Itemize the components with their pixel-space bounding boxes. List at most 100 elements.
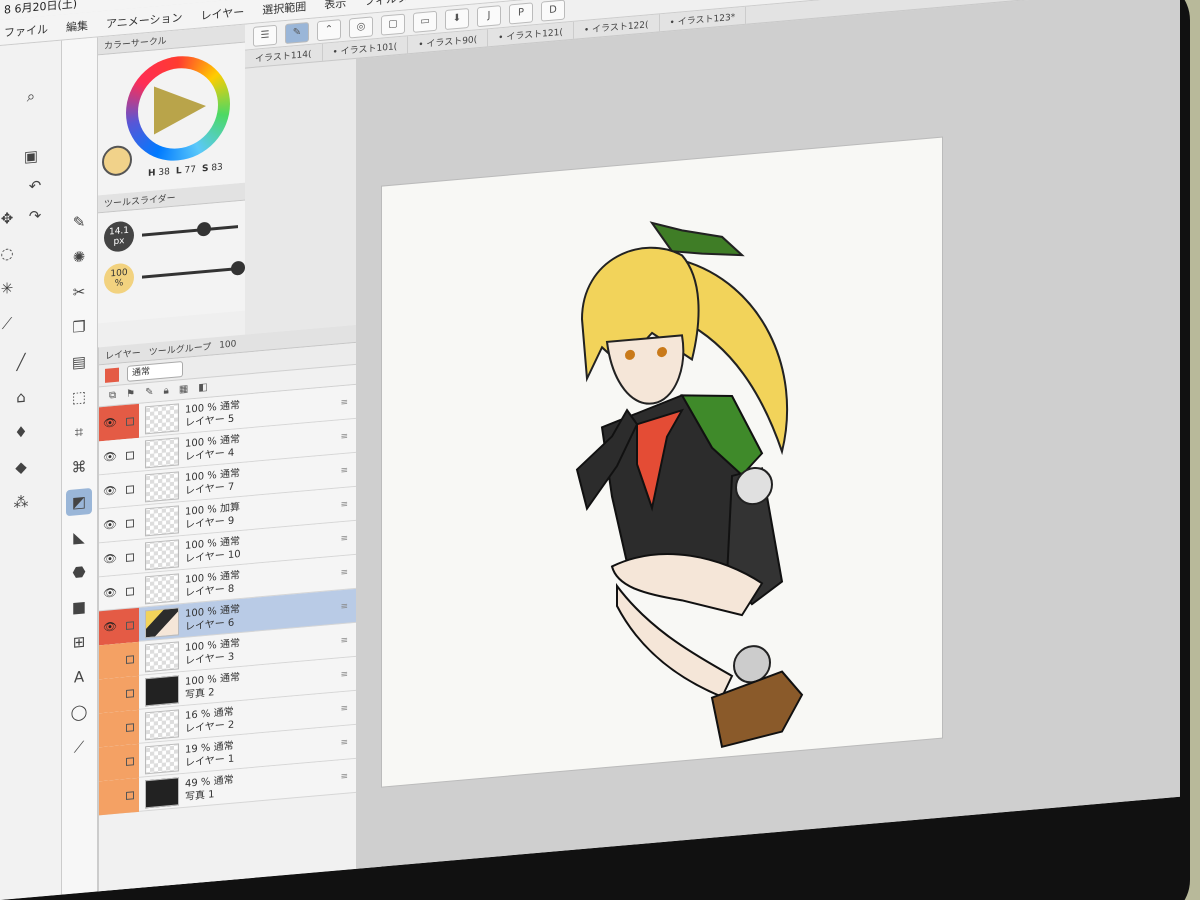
current-color-swatch[interactable] bbox=[102, 144, 132, 178]
layer-lock-checkbox[interactable] bbox=[121, 743, 139, 779]
menu-file[interactable]: ファイル bbox=[4, 20, 48, 40]
eyedropper-icon[interactable]: ⟋ bbox=[0, 309, 20, 337]
menu-view[interactable]: 表示 bbox=[324, 0, 346, 12]
redo-icon[interactable]: ↷ bbox=[22, 202, 48, 230]
mesh-icon[interactable]: ⌘ bbox=[66, 453, 92, 481]
visibility-eye-icon[interactable]: 👁︎ bbox=[99, 507, 121, 543]
menu-selection[interactable]: 選択範囲 bbox=[262, 0, 306, 18]
eraser-icon[interactable]: ◩ bbox=[66, 487, 92, 517]
drawing-canvas[interactable] bbox=[382, 137, 942, 787]
visibility-eye-icon[interactable] bbox=[99, 710, 121, 747]
airbrush-icon[interactable]: ⁂ bbox=[8, 488, 34, 516]
new-badge-icon[interactable]: ▣ bbox=[18, 142, 44, 170]
edit-mode-icon[interactable]: ✎ bbox=[285, 21, 309, 44]
lock-icon[interactable]: 🔒︎ bbox=[164, 385, 169, 396]
export-jpg-icon[interactable]: J bbox=[477, 4, 501, 27]
lasso-icon[interactable]: ◌ bbox=[0, 239, 20, 267]
triangle-icon[interactable]: ◣ bbox=[66, 523, 92, 551]
drag-handle-icon[interactable]: ≡ bbox=[340, 432, 348, 443]
mask-icon[interactable]: ◧ bbox=[198, 382, 207, 394]
tab-tool-group[interactable]: ツールグループ bbox=[149, 340, 211, 358]
scissors-icon[interactable]: ✂ bbox=[66, 278, 92, 306]
visibility-eye-icon[interactable] bbox=[99, 744, 121, 781]
drag-handle-icon[interactable]: ≡ bbox=[340, 772, 348, 783]
select-rect-icon[interactable]: ⬚ bbox=[66, 383, 92, 411]
pen-icon[interactable]: ╱ bbox=[8, 348, 34, 376]
layer-lock-checkbox[interactable] bbox=[121, 641, 139, 677]
drag-handle-icon[interactable]: ≡ bbox=[340, 704, 348, 715]
hamburger-menu-icon[interactable]: ☰ bbox=[253, 24, 277, 47]
new-file-icon[interactable]: ▢ bbox=[381, 13, 405, 36]
copy-layer-icon[interactable]: ❐ bbox=[66, 313, 92, 341]
drag-handle-icon[interactable]: ≡ bbox=[340, 568, 348, 579]
drag-handle-icon[interactable]: ≡ bbox=[340, 534, 348, 545]
undo-icon[interactable]: ↶ bbox=[22, 172, 48, 200]
visibility-eye-icon[interactable]: 👁︎ bbox=[99, 404, 121, 441]
drag-handle-icon[interactable]: ≡ bbox=[340, 466, 348, 477]
drops-icon[interactable]: ♦ bbox=[8, 418, 34, 446]
tab-layer[interactable]: レイヤー bbox=[105, 346, 141, 362]
correction-icon[interactable]: ⟋ bbox=[66, 733, 92, 761]
visibility-eye-icon[interactable]: 👁︎ bbox=[99, 608, 121, 645]
menu-filter[interactable]: フィルター bbox=[364, 0, 419, 9]
layer-lock-checkbox[interactable] bbox=[121, 505, 139, 541]
drag-handle-icon[interactable]: ≡ bbox=[340, 398, 348, 409]
layer-lock-checkbox[interactable] bbox=[121, 607, 139, 643]
layer-lock-checkbox[interactable] bbox=[121, 471, 139, 507]
open-folder-icon[interactable]: ▭ bbox=[413, 10, 437, 33]
layer-lock-checkbox[interactable] bbox=[121, 777, 139, 813]
layer-lock-checkbox[interactable] bbox=[121, 573, 139, 609]
brush-size-knob[interactable] bbox=[197, 221, 212, 237]
text-icon[interactable]: A bbox=[66, 663, 92, 691]
visibility-eye-icon[interactable] bbox=[99, 778, 121, 815]
color-wheel[interactable] bbox=[126, 51, 230, 165]
drag-handle-icon[interactable]: ≡ bbox=[340, 738, 348, 749]
gradient-icon[interactable]: ■ bbox=[66, 593, 92, 621]
layer-lock-checkbox[interactable] bbox=[121, 539, 139, 575]
layer-lock-checkbox[interactable] bbox=[121, 675, 139, 711]
balloon-icon[interactable]: ◯ bbox=[66, 698, 92, 726]
layer-lock-checkbox[interactable] bbox=[121, 403, 139, 439]
fill-icon[interactable]: ◆ bbox=[8, 453, 34, 481]
magic-wand-icon[interactable]: ✳ bbox=[0, 274, 20, 302]
layer-lock-checkbox[interactable] bbox=[121, 709, 139, 745]
layer-opacity-field[interactable]: 100 bbox=[219, 339, 236, 351]
visibility-eye-icon[interactable]: 👁︎ bbox=[99, 575, 121, 611]
clip-icon[interactable]: ⧉ bbox=[109, 390, 116, 402]
drag-handle-icon[interactable]: ≡ bbox=[340, 670, 348, 681]
visibility-eye-icon[interactable] bbox=[99, 676, 121, 713]
building-icon[interactable]: ⌂ bbox=[8, 383, 34, 411]
menu-layer[interactable]: レイヤー bbox=[201, 3, 245, 23]
sparkle-brush-icon[interactable]: ✺ bbox=[66, 243, 92, 271]
draft-icon[interactable]: ✎ bbox=[145, 387, 153, 399]
drag-handle-icon[interactable]: ≡ bbox=[340, 500, 348, 511]
move-icon[interactable]: ✥ bbox=[0, 204, 20, 232]
clipboard-icon[interactable]: ▤ bbox=[66, 348, 92, 376]
export-png-icon[interactable]: P bbox=[509, 1, 533, 24]
bucket-icon[interactable]: ⬣ bbox=[66, 558, 92, 586]
opacity-track[interactable] bbox=[142, 267, 238, 279]
main-color-swatch-icon[interactable] bbox=[66, 778, 92, 806]
menu-edit[interactable]: 編集 bbox=[66, 17, 88, 35]
menu-animation[interactable]: アニメーション bbox=[106, 9, 183, 32]
layer-lock-checkbox[interactable] bbox=[121, 437, 139, 473]
frame-icon[interactable]: ⊞ bbox=[66, 628, 92, 656]
drag-handle-icon[interactable]: ≡ bbox=[340, 602, 348, 613]
reference-icon[interactable]: ⚑ bbox=[126, 388, 135, 400]
pencil-icon[interactable]: ✎ bbox=[66, 208, 92, 236]
brush-size-track[interactable] bbox=[142, 225, 238, 237]
opacity-knob[interactable] bbox=[231, 260, 245, 276]
transform-icon[interactable]: ⌗ bbox=[66, 418, 92, 446]
color-triangle[interactable] bbox=[154, 81, 206, 135]
visibility-eye-icon[interactable]: 👁︎ bbox=[99, 439, 121, 475]
search-icon[interactable]: ⌕ bbox=[18, 82, 44, 110]
chevron-icon[interactable]: ⌃ bbox=[317, 18, 341, 41]
canvas-area[interactable] bbox=[356, 0, 1180, 869]
drag-handle-icon[interactable]: ≡ bbox=[340, 636, 348, 647]
visibility-eye-icon[interactable]: 👁︎ bbox=[99, 473, 121, 509]
visibility-eye-icon[interactable] bbox=[99, 642, 121, 679]
layer-color-icon[interactable] bbox=[105, 367, 119, 383]
save-icon[interactable]: ⬇ bbox=[445, 7, 469, 30]
blend-mode-select[interactable]: 通常 bbox=[127, 360, 183, 382]
spiral-icon[interactable]: ◎ bbox=[349, 15, 373, 38]
